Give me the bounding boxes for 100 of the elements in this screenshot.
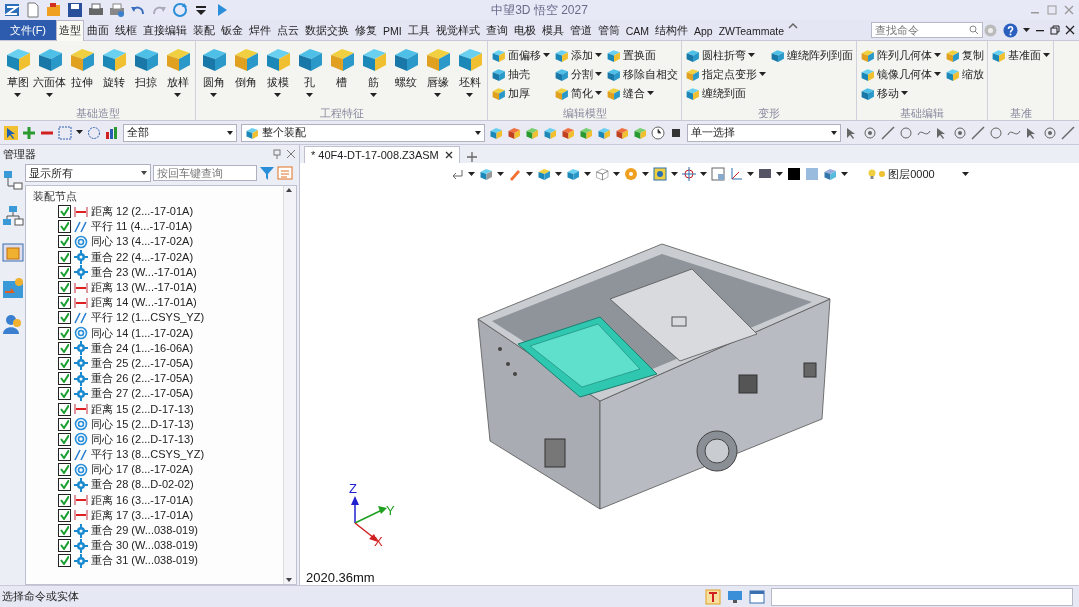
ribbon-tab[interactable]: 造型 [56,20,84,41]
tool-button[interactable]: 复制 [944,46,985,65]
window-title: 中望3D 悟空 2027 [491,2,588,17]
tool-button[interactable]: 唇缘 [422,43,453,106]
tree-item[interactable]: 重合 23 (W...-17-01A) [91,264,197,280]
search-field[interactable]: 按回车键查询 [153,165,257,181]
tool-button[interactable]: 缝合 [605,84,679,103]
display-dropdown[interactable]: 显示所有 [25,164,151,182]
tool-button[interactable]: 抽壳 [490,65,551,84]
tool-button[interactable]: 移除自相交 [605,65,679,84]
tree-item[interactable]: 同心 16 (2...D-17-13) [91,431,194,447]
ribbon-tab[interactable]: App [691,20,716,40]
tool-button[interactable]: 阵列几何体 [859,46,942,65]
tool-button[interactable]: 倒角 [230,43,261,106]
tool-button[interactable]: 放样 [162,43,193,106]
tool-button[interactable]: 筋 [358,43,389,106]
tree-item[interactable]: 距离 14 (W...-17-01A) [91,295,197,311]
ribbon-tab[interactable]: ZWTeammate [715,20,788,40]
ribbon-tab[interactable]: 管道 [566,20,595,40]
group-label: 编辑模型 [561,106,608,120]
ribbon-tab[interactable]: 管筒 [594,20,623,40]
tree-item[interactable]: 距离 15 (2...D-17-13) [91,401,194,417]
tree-item[interactable]: 重合 28 (8...D-02-02) [91,477,194,493]
tree-item[interactable]: 同心 15 (2...D-17-13) [91,416,194,432]
tool-button[interactable]: 螺纹 [390,43,421,106]
tree-item[interactable]: 重合 29 (W...038-019) [91,523,198,539]
tree-item[interactable]: 同心 14 (1...-17-02A) [91,325,194,341]
tree-item[interactable]: 同心 17 (8...-17-02A) [91,462,194,478]
tool-button[interactable]: 拉伸 [66,43,97,106]
tree-item[interactable]: 平行 11 (4...-17-01A) [91,219,193,235]
tree-item[interactable]: 重合 30 (W...038-019) [91,538,198,554]
file-menu[interactable]: 文件(F) [0,20,56,40]
tree-item[interactable]: 重合 22 (4...-17-02A) [91,249,194,265]
tool-button[interactable]: 指定点变形 [684,65,767,84]
tool-button[interactable]: 缩放 [944,65,985,84]
axis-label: X [374,534,383,549]
tree-item[interactable]: 重合 26 (2...-17-05A) [91,371,194,387]
ribbon-tab[interactable]: 曲面 [84,20,112,40]
tool-button[interactable]: 镜像几何体 [859,65,942,84]
scope-dropdown[interactable]: 整个装配 [240,123,485,142]
ribbon-tab[interactable]: PMI [380,20,405,40]
ribbon-tab[interactable]: 查询 [482,20,511,40]
tool-button[interactable]: 圆柱折弯 [684,46,767,65]
tree-item[interactable]: 距离 13 (W...-17-01A) [91,280,197,296]
ribbon-tab[interactable]: 直接编辑 [140,20,190,40]
tool-button[interactable]: 孔 [294,43,325,106]
tree-item[interactable]: 平行 13 (8...CSYS_YZ) [91,447,205,463]
tool-button[interactable]: 旋转 [98,43,129,106]
tool-button[interactable]: 面偏移 [490,46,551,65]
ribbon-tab[interactable]: 焊件 [246,20,274,40]
tree-item[interactable]: 平行 12 (1...CSYS_YZ) [91,310,205,326]
tree-item[interactable]: 重合 31 (W...038-019) [91,553,198,569]
tree-item[interactable]: 距离 12 (2...-17-01A) [91,204,194,220]
ribbon-tab[interactable]: 装配 [190,20,218,40]
tree-item[interactable]: 重合 25 (2...-17-05A) [91,355,194,371]
tool-button[interactable]: 移动 [859,84,942,103]
search-field[interactable]: 查找命令 [871,22,983,38]
tool-button[interactable]: 基准面 [990,46,1051,65]
tool-button[interactable]: 扫掠 [130,43,161,106]
tree-root[interactable]: 装配节点 [30,188,283,204]
tool-button[interactable]: 缠绕阵列到面 [769,46,854,65]
ribbon-tab[interactable]: 模具 [538,20,567,40]
panel-title: 管理器 [3,146,36,162]
tree-item[interactable]: 重合 27 (2...-17-05A) [91,386,194,402]
tool-button[interactable]: 草图 [2,43,33,106]
tool-button[interactable]: 圆角 [198,43,229,106]
ribbon-tab[interactable]: 数据交换 [302,20,352,40]
tree-item[interactable]: 同心 13 (4...-17-02A) [91,234,194,250]
ribbon-tab[interactable]: 工具 [404,20,433,40]
group-label: 基础造型 [74,106,121,120]
tool-button[interactable]: 加厚 [490,84,551,103]
ribbon-tab[interactable]: 结构件 [652,20,691,40]
tree-item[interactable]: 距离 16 (3...-17-01A) [91,492,194,508]
tool-button[interactable]: 添加 [553,46,603,65]
tool-button[interactable]: 简化 [553,84,603,103]
group-label: 工程特征 [318,106,365,120]
tool-button[interactable]: 缠绕到面 [684,84,767,103]
tool-button[interactable]: 六面体 [34,43,65,106]
tree-item[interactable]: 距离 17 (3...-17-01A) [91,507,194,523]
tool-button[interactable]: 拔模 [262,43,293,106]
tool-button[interactable]: 置换面 [605,46,679,65]
tool-button[interactable]: 坯料 [454,43,485,106]
ribbon-tab[interactable]: 视觉样式 [432,20,483,40]
scale-label: 2020.36mm [306,570,375,585]
ribbon-tab[interactable]: CAM [622,20,652,40]
ribbon-tab[interactable]: 电极 [510,20,539,40]
selection-dropdown[interactable]: 单一选择 [686,123,841,142]
layer-dropdown[interactable]: 图层0000 [868,166,958,182]
group-label: 基准 [1008,106,1033,120]
tree-item[interactable]: 重合 24 (1...-16-06A) [91,340,194,356]
ribbon-tab[interactable]: 线框 [112,20,140,40]
ribbon-tab[interactable]: 钣金 [218,20,246,40]
ribbon-tab[interactable]: 点云 [274,20,302,40]
tool-button[interactable]: 槽 [326,43,357,106]
document-tab[interactable]: * 40F4-DT-17-008.Z3ASM [304,146,460,163]
axis-label: Z [349,481,357,496]
tool-button[interactable]: 分割 [553,65,603,84]
ribbon-tab[interactable]: 修复 [352,20,380,40]
filter-dropdown[interactable]: 全部 [123,123,237,142]
status-prompt: 选择命令或实体 [2,589,79,604]
